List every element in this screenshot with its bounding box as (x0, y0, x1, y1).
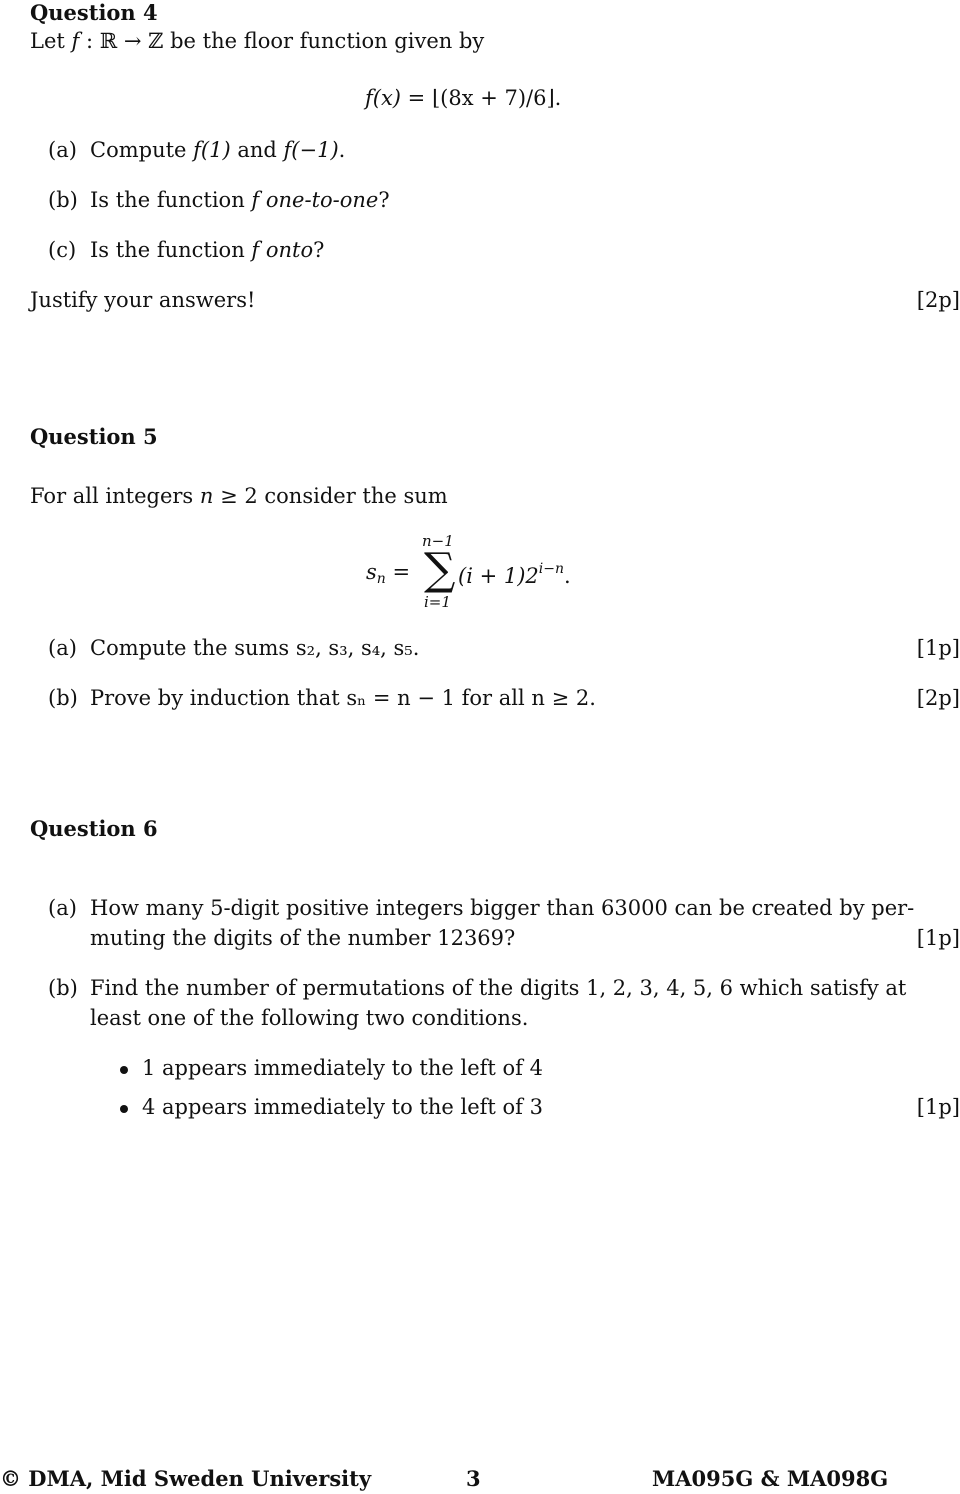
q4-item-a-text: Compute (90, 138, 194, 162)
q5-sum-lower: i=1 (424, 593, 451, 611)
q4-closing: Justify your answers! (30, 288, 256, 312)
q4-item-a-label: (a) (48, 138, 77, 162)
q5-item-b-points: [2p] (916, 686, 960, 710)
q5-intro: For all integers n ≥ 2 consider the sum (30, 486, 448, 507)
footer-course: MA095G & MA098G (652, 1466, 889, 1491)
q4-intro-text: Let (30, 29, 72, 53)
q5-formula-end: . (564, 564, 571, 588)
q4-item-c-text: Is the function (90, 238, 252, 262)
q4-item-a-mid: and (230, 138, 284, 162)
q5-item-b-label: (b) (48, 686, 78, 710)
q4-item-a-post: . (338, 138, 346, 162)
bullet-icon (120, 1065, 128, 1074)
q5-formula-eq: = (385, 560, 411, 584)
q4-item-b-text: Is the function (90, 188, 252, 212)
footer-page-number: 3 (466, 1466, 481, 1491)
q5-formula-body-text: (i + 1)2 (458, 564, 539, 588)
q5-item-a-text: Compute the sums s₂, s₃, s₄, s₅. (90, 636, 420, 660)
q5-formula-body: (i + 1)2i−n. (458, 562, 571, 587)
q4-item-b-label: (b) (48, 188, 78, 212)
q4-item-a-math1: f(1) (193, 138, 231, 162)
q6-bullet-2: 4 appears immediately to the left of 3 (120, 1097, 543, 1118)
q5-item-b: (b) Prove by induction that sₙ = n − 1 fo… (48, 688, 596, 709)
q4-formula: f(x) = ⌊(8x + 7)/6⌋. (365, 88, 561, 109)
q4-item-c-post: ? (313, 238, 325, 262)
q5-formula-sub: n (376, 571, 386, 587)
q4-item-b: (b) Is the function f one-to-one? (48, 190, 390, 211)
q4-item-b-post: ? (378, 188, 390, 212)
q6-item-a-points: [1p] (916, 926, 960, 950)
q6-title: Question 6 (30, 816, 158, 841)
q4-intro-rest: : ℝ → ℤ be the floor function given by (79, 29, 485, 53)
q4-item-a: (a) Compute f(1) and f(−1). (48, 140, 345, 161)
q6-item-b-line2: least one of the following two condition… (90, 1006, 529, 1030)
q5-item-a: (a) Compute the sums s₂, s₃, s₄, s₅. (48, 638, 419, 659)
q5-formula-lhs: sn = (366, 560, 411, 587)
q4-title: Question 4 (30, 0, 158, 25)
q4-formula-lhs: f(x) = (365, 86, 432, 110)
q4-item-c: (c) Is the function f onto? (48, 240, 324, 261)
q5-formula-exp: i−n (538, 561, 565, 577)
q4-item-b-math: f (251, 188, 260, 212)
q6-bullets-points: [1p] (916, 1095, 960, 1119)
footer-copyright: © DMA, Mid Sweden University (0, 1466, 372, 1491)
sum-symbol-icon: ∑ (424, 544, 456, 595)
bullet-icon (120, 1104, 128, 1113)
q6-bullet-2-text: 4 appears immediately to the left of 3 (142, 1095, 543, 1119)
q4-points: [2p] (916, 288, 960, 312)
q5-intro-text: For all integers (30, 484, 200, 508)
q6-bullet-1: 1 appears immediately to the left of 4 (120, 1058, 543, 1079)
q5-intro-n: n (199, 484, 214, 508)
q5-title: Question 5 (30, 424, 158, 449)
q6-item-a-line2: muting the digits of the number 12369? (90, 926, 516, 950)
q5-item-a-label: (a) (48, 636, 77, 660)
q6-item-a-label: (a) (48, 896, 77, 920)
q4-item-b-emph: one-to-one (265, 188, 379, 212)
q6-bullet-1-text: 1 appears immediately to the left of 4 (142, 1056, 543, 1080)
q6-item-a-line1: How many 5-digit positive integers bigge… (90, 896, 915, 920)
q4-formula-rhs: ⌊(8x + 7)/6⌋. (431, 86, 562, 110)
q5-formula-s: s (366, 560, 377, 584)
q4-item-a-math2: f(−1) (283, 138, 339, 162)
q4-item-c-label: (c) (48, 238, 77, 262)
q6-item-b-line1: Find the number of permutations of the d… (90, 976, 907, 1000)
q6-item-b-label: (b) (48, 976, 78, 1000)
q4-item-c-emph: onto (265, 238, 314, 262)
q5-item-a-points: [1p] (916, 636, 960, 660)
q5-item-b-text: Prove by induction that sₙ = n − 1 for a… (90, 686, 596, 710)
q5-intro-rest: ≥ 2 consider the sum (213, 484, 448, 508)
q4-item-c-math: f (251, 238, 260, 262)
q4-intro: Let f : ℝ → ℤ be the floor function give… (30, 31, 484, 52)
